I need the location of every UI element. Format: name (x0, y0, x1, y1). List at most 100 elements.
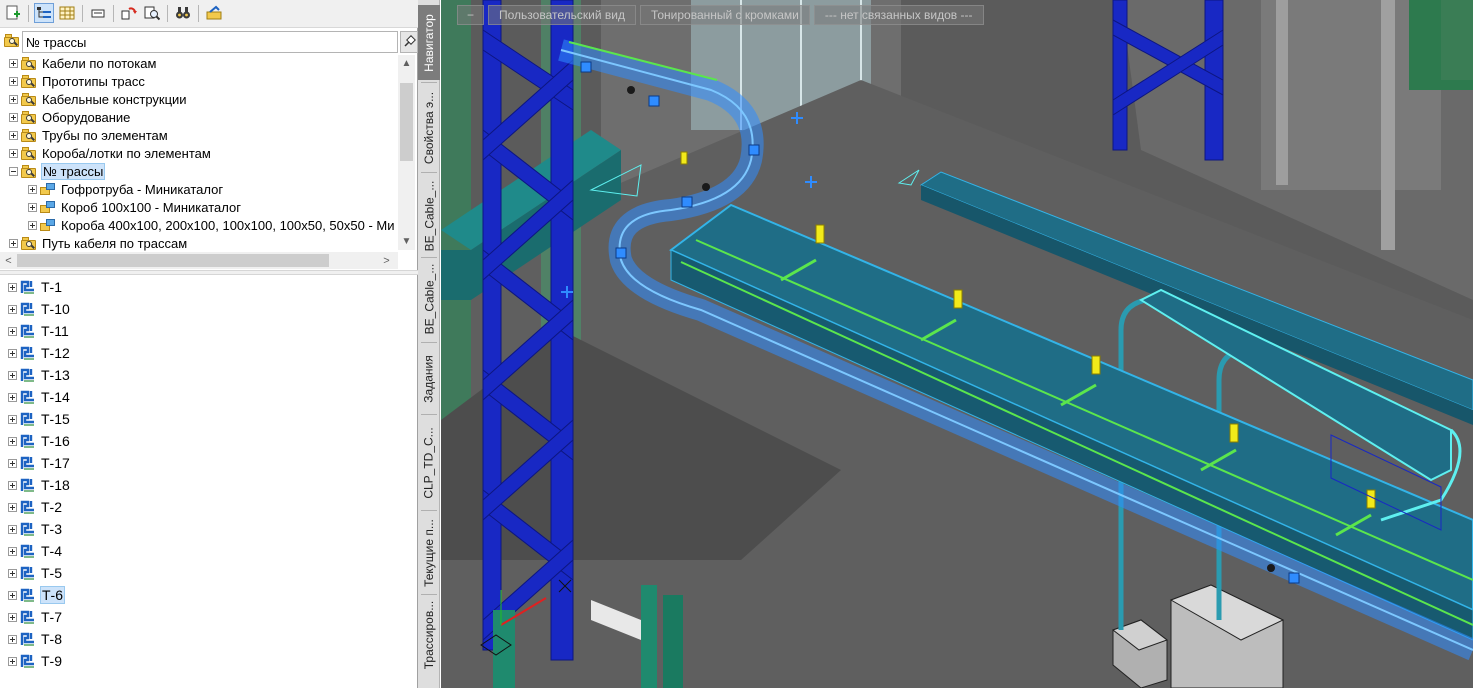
trace-item[interactable]: Т-18 (8, 475, 71, 495)
find-object-icon[interactable] (142, 3, 162, 23)
tree-horizontal-scrollbar[interactable]: < > (0, 252, 398, 269)
side-tab[interactable]: CLP_TD_C... (418, 418, 440, 508)
trace-item[interactable]: Т-6 (8, 585, 65, 605)
panel-splitter[interactable] (0, 270, 418, 275)
search-button[interactable] (400, 31, 418, 53)
trace-item[interactable]: Т-7 (8, 607, 63, 627)
expand-icon[interactable] (28, 220, 37, 230)
tree-item[interactable]: Кабели по потокам (9, 54, 157, 72)
expand-icon[interactable] (8, 436, 17, 446)
tree-item[interactable]: Кабельные конструкции (9, 90, 188, 108)
scroll-thumb[interactable] (400, 83, 413, 161)
expand-icon[interactable] (8, 524, 17, 534)
trace-item[interactable]: Т-3 (8, 519, 63, 539)
tree-item[interactable]: № трассы (9, 162, 106, 180)
trace-item[interactable]: Т-5 (8, 563, 63, 583)
cable-trace-icon (19, 278, 37, 296)
scroll-right-icon[interactable]: > (378, 252, 395, 269)
view-name-dropdown[interactable]: Пользовательский вид (488, 5, 636, 25)
expand-icon[interactable] (9, 58, 18, 68)
expand-icon[interactable] (9, 112, 18, 122)
side-tab[interactable]: Трассиров... (418, 597, 440, 672)
expand-icon[interactable] (8, 326, 17, 336)
expand-icon[interactable] (8, 282, 17, 292)
trace-label: Т-8 (41, 631, 62, 647)
tree-item[interactable]: Трубы по элементам (9, 126, 169, 144)
tree-item[interactable]: Путь кабеля по трассам (9, 234, 188, 252)
expand-icon[interactable] (28, 184, 37, 194)
side-tab-label: BE_Cable_... (422, 180, 436, 251)
side-tab[interactable]: BE_Cable_... (418, 258, 440, 340)
search-input[interactable] (22, 31, 398, 53)
expand-icon[interactable] (8, 568, 17, 578)
visual-style-dropdown[interactable]: Тонированный с кромками (639, 5, 810, 25)
expand-icon[interactable] (8, 590, 17, 600)
expand-icon[interactable] (8, 656, 17, 666)
expand-icon[interactable] (8, 370, 17, 380)
expand-icon[interactable] (28, 202, 37, 212)
expand-icon[interactable] (8, 502, 17, 512)
trace-item[interactable]: Т-14 (8, 387, 71, 407)
tree-item[interactable]: Оборудование (9, 108, 131, 126)
expand-icon[interactable] (8, 348, 17, 358)
add-icon[interactable] (3, 3, 23, 23)
expand-icon[interactable] (8, 480, 17, 490)
scroll-up-icon[interactable]: ▲ (398, 55, 415, 72)
expand-icon[interactable] (9, 238, 18, 248)
trace-item[interactable]: Т-10 (8, 299, 71, 319)
expand-icon[interactable] (9, 76, 18, 86)
view-minus-button[interactable]: − (457, 5, 485, 25)
expand-icon[interactable] (9, 148, 18, 158)
tree-item[interactable]: Прототипы трасс (9, 72, 146, 90)
scroll-left-icon[interactable]: < (0, 252, 17, 269)
trace-item[interactable]: Т-9 (8, 651, 63, 671)
trace-item[interactable]: Т-17 (8, 453, 71, 473)
scroll-thumb-horizontal[interactable] (17, 254, 329, 267)
expand-icon[interactable] (9, 94, 18, 104)
tree-child-item[interactable]: Гофротруба - Миникаталог (28, 180, 224, 198)
trace-item[interactable]: Т-4 (8, 541, 63, 561)
table-view-icon[interactable] (57, 3, 77, 23)
side-tab[interactable]: Задания (418, 345, 440, 412)
3d-viewport[interactable]: − Пользовательский вид Тонированный с кр… (441, 0, 1473, 688)
trace-item[interactable]: Т-11 (8, 321, 70, 341)
expand-icon[interactable] (8, 304, 17, 314)
tree-item[interactable]: Короба/лотки по элементам (9, 144, 212, 162)
trace-item[interactable]: Т-8 (8, 629, 63, 649)
tree-item-label: Трубы по элементам (42, 127, 168, 143)
refresh-icon[interactable] (119, 3, 139, 23)
cable-trace-icon (19, 652, 37, 670)
trace-item[interactable]: Т-15 (8, 409, 71, 429)
keyboard-icon[interactable] (88, 3, 108, 23)
binoculars-icon[interactable] (173, 3, 193, 23)
side-tab[interactable]: Свойства э... (418, 85, 440, 170)
scroll-down-icon[interactable]: ▼ (398, 233, 415, 250)
settings-icon[interactable] (204, 3, 224, 23)
trace-item[interactable]: Т-2 (8, 497, 63, 517)
trace-item[interactable]: Т-13 (8, 365, 71, 385)
expand-icon[interactable] (8, 634, 17, 644)
linked-views-dropdown[interactable]: --- нет связанных видов --- (813, 5, 984, 25)
side-tab[interactable]: Навигатор (418, 5, 440, 80)
tree-vertical-scrollbar[interactable]: ▲ ▼ (398, 55, 415, 250)
expand-icon[interactable] (8, 612, 17, 622)
side-tab-label: Навигатор (422, 13, 436, 72)
trace-item[interactable]: Т-16 (8, 431, 71, 451)
tree-view-icon[interactable] (34, 3, 54, 23)
expand-icon[interactable] (8, 546, 17, 556)
tree-child-item[interactable]: Короба 400х100, 200х100, 100х100, 100х50… (28, 216, 396, 234)
expand-icon[interactable] (8, 392, 17, 402)
trace-item[interactable]: Т-1 (8, 277, 63, 297)
tree-item-label: Прототипы трасс (42, 73, 145, 89)
expand-icon[interactable] (8, 414, 17, 424)
tab-divider (421, 414, 437, 415)
side-tab[interactable]: Текущие п... (418, 513, 440, 592)
collapse-icon[interactable] (9, 166, 18, 176)
side-tab[interactable]: BE_Cable_... (418, 176, 440, 255)
expand-icon[interactable] (8, 458, 17, 468)
trace-item[interactable]: Т-12 (8, 343, 71, 363)
tree-child-item[interactable]: Короб 100х100 - Миникаталог (28, 198, 242, 216)
cable-trace-icon (19, 432, 37, 450)
cable-trace-icon (19, 630, 37, 648)
expand-icon[interactable] (9, 130, 18, 140)
